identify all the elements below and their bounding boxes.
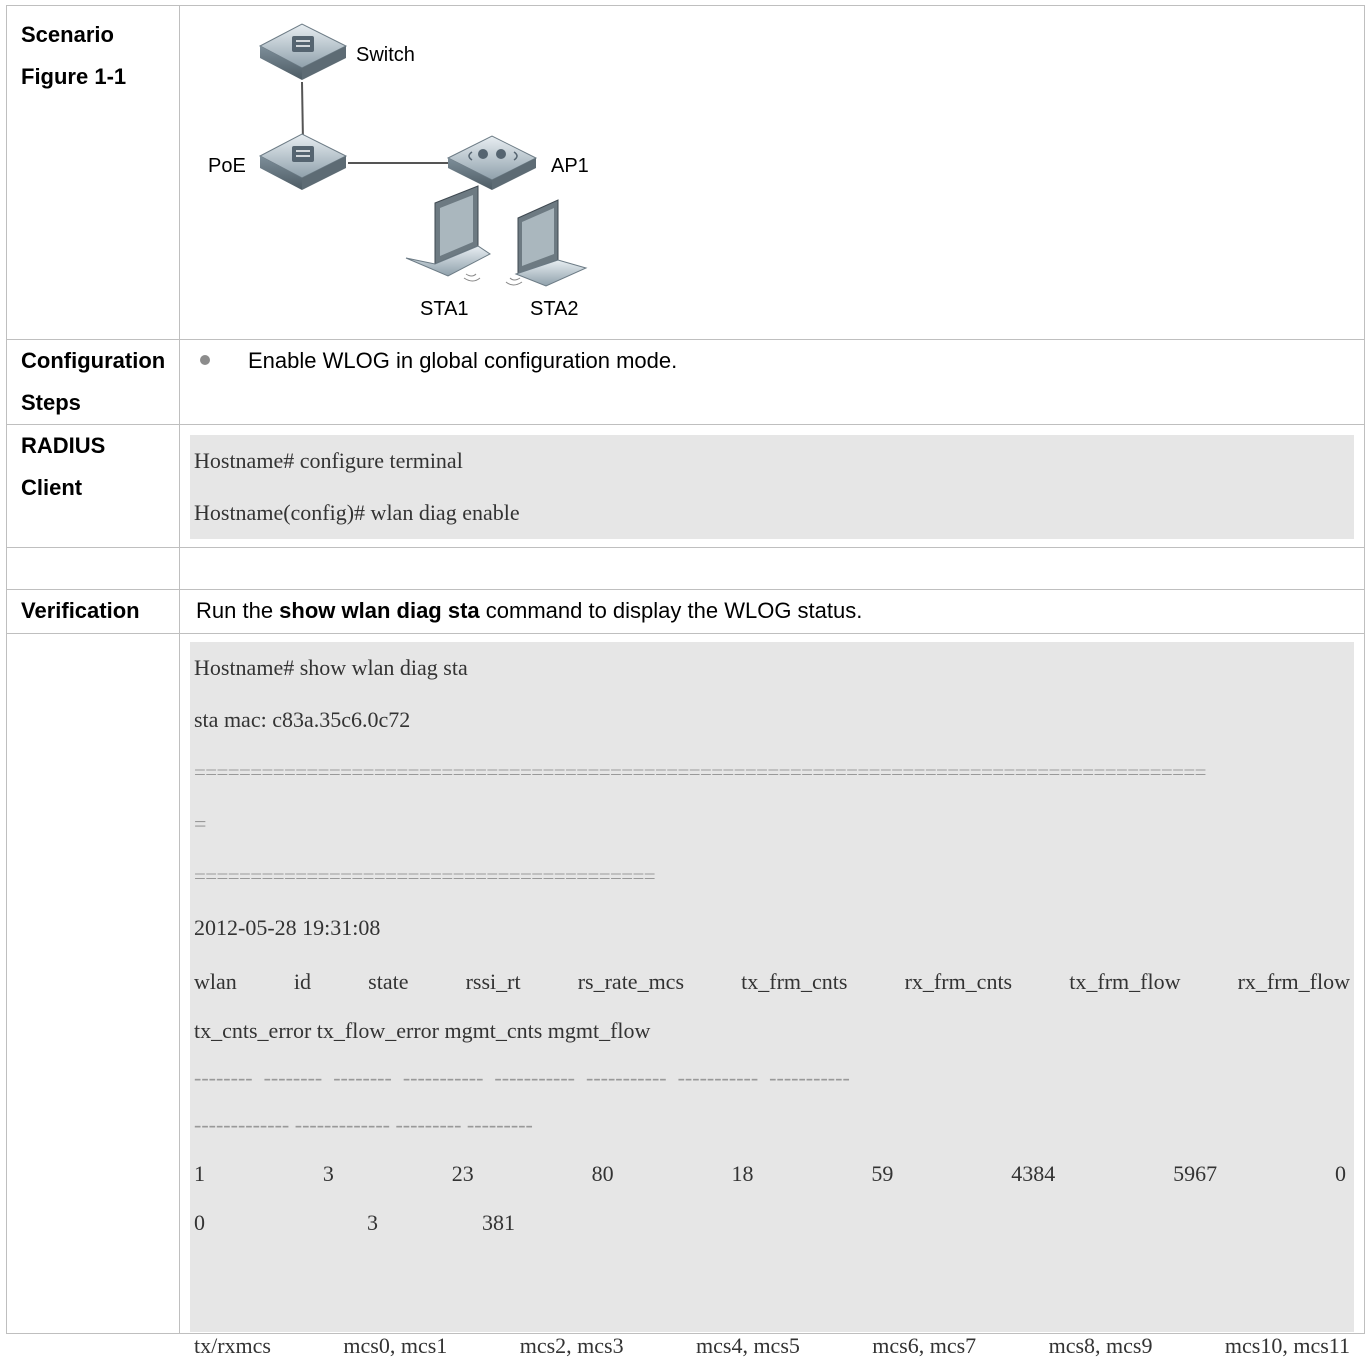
mcs-cell: mcs8, mcs9: [1048, 1333, 1153, 1358]
value-cell: 0: [194, 1210, 205, 1235]
dash-line: ------------- ------------- --------- --…: [194, 1112, 533, 1137]
run-post: command to display the WLOG status.: [479, 598, 863, 623]
empty-row: [6, 547, 1365, 590]
output-row: Hostname# show wlan diag sta sta mac: c8…: [6, 633, 1365, 1358]
sta1-label: STA1: [420, 298, 469, 320]
header-cell: state: [368, 969, 409, 994]
config-steps-row: Configuration Steps Enable WLOG in globa…: [6, 339, 1365, 425]
code-line: Hostname# configure terminal: [194, 448, 463, 473]
empty-cell: [179, 547, 1365, 590]
mcs-cell: mcs10, mcs11: [1224, 1333, 1350, 1358]
value-cell: 80: [591, 1161, 614, 1186]
output-code-block: Hostname# show wlan diag sta sta mac: c8…: [190, 642, 1354, 1358]
value-cell: 3: [322, 1161, 334, 1186]
output-label: [6, 633, 180, 1334]
separator-line: ========================================…: [194, 864, 656, 888]
ap1-label: AP1: [551, 155, 589, 177]
mcs-cell: mcs6, mcs7: [872, 1333, 977, 1358]
verification-row: Verification Run the show wlan diag sta …: [6, 589, 1365, 634]
scenario-title: Scenario: [21, 22, 114, 47]
scenario-label: Scenario Figure 1-1: [6, 5, 180, 340]
radius-client-label: RADIUS Client: [6, 424, 180, 548]
header-cell: tx_frm_flow: [1069, 969, 1181, 994]
sta2-label: STA2: [530, 298, 579, 320]
config-code-block: Hostname# configure terminal Hostname(co…: [190, 435, 1354, 539]
verification-cell: Run the show wlan diag sta command to di…: [179, 589, 1365, 634]
topology-cell: Switch PoE AP1 STA1 STA2: [179, 5, 1365, 340]
dash-line: -------- -------- -------- ----------- -…: [194, 1065, 850, 1090]
document-table: Scenario Figure 1-1 Switch PoE AP1 STA1 …: [6, 5, 1365, 1358]
verification-text: Run the show wlan diag sta command to di…: [180, 590, 1364, 626]
bullet-item: Enable WLOG in global configuration mode…: [180, 340, 1364, 376]
value-cell: 3: [367, 1210, 378, 1235]
radius-client-row: RADIUS Client Hostname# configure termin…: [6, 424, 1365, 548]
header-cell: rssi_rt: [465, 969, 521, 994]
switch-icon: [258, 23, 348, 80]
sta2-laptop-icon: [505, 199, 588, 287]
blank-gap: [194, 1244, 1350, 1324]
verification-title: Verification: [21, 598, 140, 623]
separator-line: ========================================…: [194, 760, 1207, 784]
figure-label: Figure 1-1: [21, 64, 127, 89]
value-row: 1 3 23 80 18 59 4384 5967 0: [194, 1146, 1350, 1202]
header-cell: rx_frm_flow: [1237, 969, 1350, 994]
mcs-cell: tx/rxmcs: [194, 1333, 271, 1358]
value-cell: 18: [731, 1161, 754, 1186]
value-cell: 23: [451, 1161, 474, 1186]
bullet-text: Enable WLOG in global configuration mode…: [248, 348, 678, 373]
poe-switch-icon: [258, 133, 348, 190]
mcs-cell: mcs2, mcs3: [519, 1333, 624, 1358]
header-cell: id: [293, 969, 312, 994]
scenario-row: Scenario Figure 1-1 Switch PoE AP1 STA1 …: [6, 5, 1365, 340]
access-point-icon: [446, 135, 538, 190]
config-label-line1: Configuration: [21, 348, 166, 373]
header-row: wlan id state rssi_rt rs_rate_mcs tx_frm…: [194, 954, 1350, 1010]
header-cell: tx_frm_cnts: [741, 969, 848, 994]
run-command: show wlan diag sta: [279, 598, 480, 623]
radius-code-cell: Hostname# configure terminal Hostname(co…: [179, 424, 1365, 548]
value-cell: 59: [871, 1161, 894, 1186]
mcs-cell: mcs4, mcs5: [696, 1333, 800, 1358]
output-line: Hostname# show wlan diag sta: [194, 655, 468, 680]
switch-label: Switch: [356, 44, 415, 66]
verification-label: Verification: [6, 589, 180, 634]
value-cell: 1: [194, 1161, 205, 1186]
run-pre: Run the: [196, 598, 280, 623]
header-line-2: tx_cnts_error tx_flow_error mgmt_cnts mg…: [194, 1018, 651, 1043]
header-cell: rx_frm_cnts: [904, 969, 1013, 994]
timestamp-line: 2012-05-28 19:31:08: [194, 915, 381, 940]
empty-label: [6, 547, 180, 590]
value-cell: 4384: [1011, 1161, 1056, 1186]
value-row-2: 0 3 381: [194, 1202, 1350, 1244]
config-label-line2: Steps: [21, 390, 81, 415]
header-cell: wlan: [194, 969, 237, 994]
radius-label-line2: Client: [21, 475, 83, 500]
value-cell: 5967: [1173, 1161, 1218, 1186]
bullet-dot: [200, 355, 210, 366]
value-cell: 0: [1335, 1161, 1346, 1186]
code-line: Hostname(config)# wlan diag enable: [194, 500, 520, 525]
sta1-laptop-icon: [405, 185, 491, 282]
separator-line: =: [194, 811, 207, 836]
config-steps-label: Configuration Steps: [6, 339, 180, 425]
switch-poe-link: [301, 81, 304, 143]
value-cell: 381: [482, 1210, 515, 1235]
mcs-row: tx/rxmcs mcs0, mcs1 mcs2, mcs3 mcs4, mcs…: [194, 1324, 1350, 1368]
mcs-cell: mcs0, mcs1: [343, 1333, 448, 1358]
poe-label: PoE: [208, 155, 246, 177]
header-cell: rs_rate_mcs: [577, 969, 685, 994]
output-line: sta mac: c83a.35c6.0c72: [194, 707, 411, 732]
config-steps-cell: Enable WLOG in global configuration mode…: [179, 339, 1365, 425]
output-cell: Hostname# show wlan diag sta sta mac: c8…: [179, 633, 1365, 1358]
radius-label-line1: RADIUS: [21, 433, 106, 458]
